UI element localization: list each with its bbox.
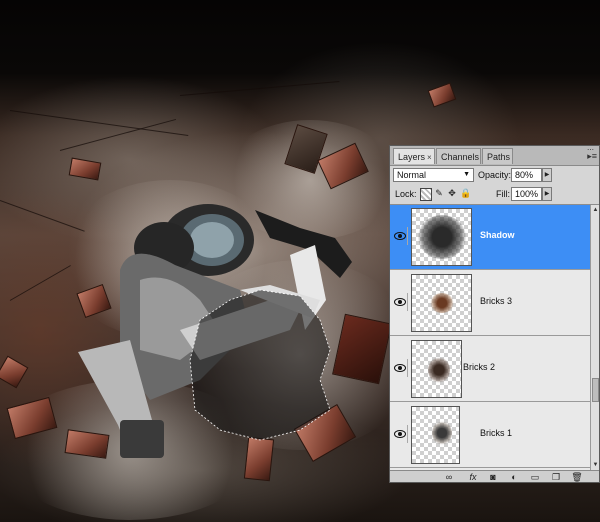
fill-slider-arrow-icon[interactable]: ▶ (542, 187, 552, 201)
visibility-eye-icon[interactable] (393, 293, 408, 311)
chevron-down-icon: ▼ (463, 171, 470, 178)
visibility-eye-icon[interactable] (393, 227, 408, 245)
scrollbar-thumb[interactable] (592, 378, 599, 402)
lock-fill-row: Lock: ✎ ✥ 🔒 Fill: 100% ▶ (390, 185, 599, 205)
tab-layers[interactable]: Layers × (393, 148, 435, 164)
lock-label: Lock: (395, 189, 417, 199)
layer-thumbnail (411, 406, 460, 464)
tab-layers-label: Layers (398, 152, 426, 162)
trash-icon[interactable]: 🗑 (570, 472, 584, 482)
fill-label: Fill: (496, 189, 510, 199)
layer-thumbnail (411, 274, 472, 332)
tab-channels-label: Channels (441, 152, 480, 162)
layer-name: Bricks 3 (480, 296, 513, 306)
lock-all-icon[interactable]: 🔒 (460, 188, 471, 199)
link-layers-icon[interactable]: ∞ (442, 472, 456, 482)
layer-thumbnail (411, 208, 472, 266)
scroll-down-icon[interactable]: ▼ (591, 460, 599, 470)
close-icon[interactable]: × (427, 153, 432, 162)
lock-paint-icon[interactable]: ✎ (434, 188, 444, 199)
layer-shadow[interactable]: Shadow (390, 205, 590, 270)
tab-paths[interactable]: Paths (482, 148, 513, 164)
blend-mode-value: Normal (397, 170, 427, 180)
layer-name: Bricks 1 (480, 428, 513, 438)
layers-panel: Layers × Channels Paths ⋯ ▸≡ Normal ▼ Opa… (389, 145, 600, 483)
tab-paths-label: Paths (487, 152, 511, 162)
opacity-field[interactable]: 80% (511, 168, 542, 182)
panel-tab-bar: Layers × Channels Paths ⋯ ▸≡ (390, 146, 599, 166)
lock-transparent-icon[interactable] (420, 188, 432, 201)
scroll-up-icon[interactable]: ▲ (591, 205, 599, 215)
blend-mode-select[interactable]: Normal ▼ (393, 168, 474, 182)
fill-field[interactable]: 100% (511, 187, 542, 201)
layer-bricks-3[interactable]: Bricks 3 (390, 271, 590, 336)
layer-bricks-2[interactable]: Bricks 2 (390, 337, 590, 402)
layer-mask-icon[interactable]: ◙ (486, 472, 500, 482)
blend-opacity-row: Normal ▼ Opacity: 80% ▶ (390, 166, 599, 185)
new-layer-icon[interactable]: ❐ (549, 472, 563, 482)
visibility-eye-icon[interactable] (393, 425, 408, 443)
layer-name: Shadow (480, 230, 515, 240)
tab-channels[interactable]: Channels (436, 148, 481, 164)
layer-name: Bricks 2 (463, 362, 496, 372)
fx-icon[interactable]: fx (466, 472, 480, 482)
visibility-eye-icon[interactable] (393, 359, 408, 377)
layers-scrollbar[interactable]: ▲ ▼ (590, 205, 599, 470)
layer-thumbnail (411, 340, 462, 398)
panel-footer: ∞ fx ◙ ◐ ▭ ❐ 🗑 (390, 470, 599, 482)
opacity-label: Opacity: (478, 170, 512, 180)
new-group-icon[interactable]: ▭ (528, 472, 542, 482)
adjustment-layer-icon[interactable]: ◐ (507, 472, 521, 482)
layers-list: Shadow Bricks 3 Bricks 2 Bricks 1 (390, 205, 590, 470)
panel-menu-icon[interactable]: ▸≡ (587, 151, 597, 162)
layer-bricks-1[interactable]: Bricks 1 (390, 403, 590, 468)
lock-move-icon[interactable]: ✥ (447, 188, 457, 199)
opacity-slider-arrow-icon[interactable]: ▶ (542, 168, 552, 182)
